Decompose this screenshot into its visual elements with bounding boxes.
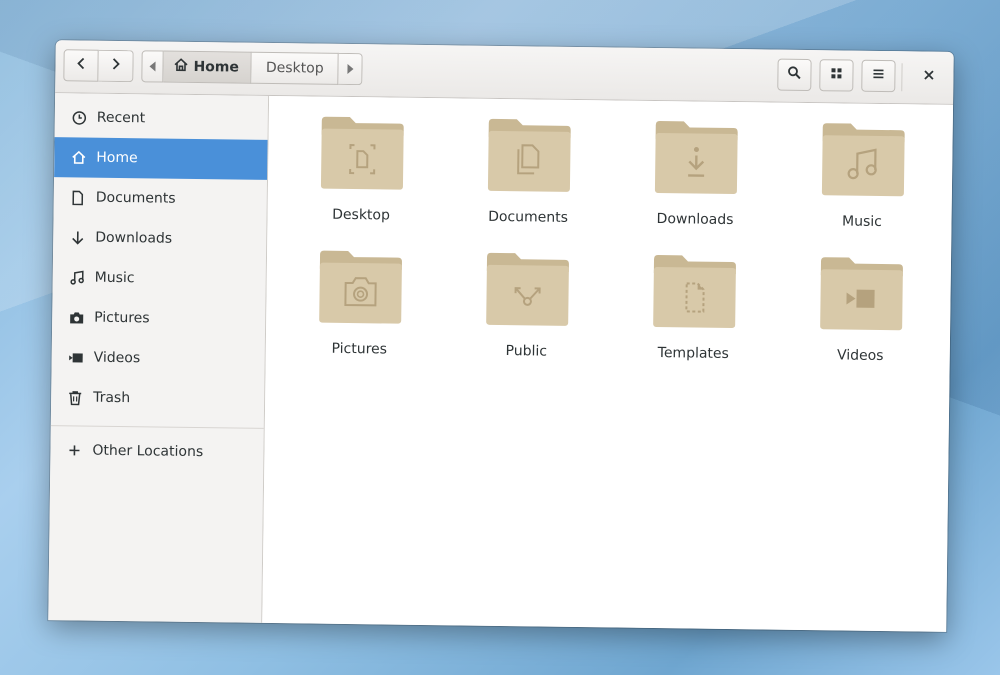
folder-item-downloads[interactable]: Downloads <box>611 114 780 250</box>
path-scroll-right-button[interactable] <box>338 52 363 86</box>
grid-view-icon <box>830 67 842 83</box>
header-separator <box>901 63 903 92</box>
navigation-buttons <box>63 49 134 83</box>
music-icon <box>69 269 85 285</box>
folder-item-public[interactable]: Public <box>442 246 611 382</box>
camera-icon <box>68 309 84 325</box>
sidebar-item-videos[interactable]: Videos <box>51 337 265 380</box>
sidebar-item-label: Documents <box>95 189 176 207</box>
chevron-left-icon <box>149 61 156 72</box>
sidebar-item-label: Videos <box>93 349 141 367</box>
path-scroll-left-button[interactable] <box>141 50 164 83</box>
path-desktop-button[interactable]: Desktop <box>251 51 339 85</box>
menu-button[interactable] <box>861 59 896 93</box>
folder-label: Documents <box>488 208 569 226</box>
path-home-button[interactable]: Home <box>163 50 253 84</box>
videos-folder-icon <box>819 257 903 331</box>
sidebar-item-pictures[interactable]: Pictures <box>52 297 266 340</box>
download-icon <box>69 229 85 245</box>
desktop-folder-icon <box>320 116 404 190</box>
search-button[interactable] <box>777 58 812 92</box>
search-icon <box>787 66 801 84</box>
downloads-folder-icon <box>654 121 738 195</box>
music-folder-icon <box>821 123 905 197</box>
folder-item-music[interactable]: Music <box>778 117 947 253</box>
templates-folder-icon <box>652 255 736 329</box>
documents-folder-icon <box>487 118 571 192</box>
go-back-icon <box>75 56 87 74</box>
folder-label: Pictures <box>331 340 388 358</box>
close-icon <box>923 69 934 85</box>
document-icon <box>70 189 86 205</box>
folder-label: Videos <box>836 347 884 365</box>
places-sidebar: Recent Home Documents Downloads Music Pi… <box>48 93 270 623</box>
pictures-folder-icon <box>318 250 402 324</box>
sidebar-divider <box>50 425 264 429</box>
public-folder-icon <box>485 252 569 326</box>
sidebar-item-label: Trash <box>93 389 131 407</box>
folder-label: Templates <box>657 345 729 362</box>
trash-icon <box>67 389 83 405</box>
sidebar-item-label: Other Locations <box>92 442 204 461</box>
close-button[interactable] <box>911 60 945 92</box>
sidebar-item-home[interactable]: Home <box>54 137 268 180</box>
sidebar-item-trash[interactable]: Trash <box>51 377 265 420</box>
path-current-label: Desktop <box>265 59 324 77</box>
chevron-right-icon <box>347 63 354 75</box>
menu-icon <box>872 68 884 84</box>
path-home-label: Home <box>193 58 240 76</box>
view-mode-button[interactable] <box>819 59 854 92</box>
forward-button[interactable] <box>98 49 134 83</box>
sidebar-item-music[interactable]: Music <box>52 257 266 300</box>
sidebar-item-label: Music <box>94 269 135 287</box>
back-button[interactable] <box>63 49 99 82</box>
video-icon <box>68 349 84 365</box>
sidebar-item-other-locations[interactable]: Other Locations <box>50 430 264 473</box>
sidebar-item-label: Downloads <box>95 229 173 247</box>
folder-grid: Desktop Documents Downloads Music Pictur… <box>275 110 946 387</box>
file-manager-window: Home Desktop Recent Home Documents Downl… <box>48 40 954 632</box>
sidebar-item-label: Pictures <box>94 309 150 327</box>
sidebar-item-label: Home <box>96 149 138 167</box>
sidebar-item-label: Recent <box>96 109 146 127</box>
folder-item-desktop[interactable]: Desktop <box>277 110 446 246</box>
home-icon <box>70 149 86 165</box>
folder-label: Desktop <box>332 206 391 224</box>
sidebar-item-documents[interactable]: Documents <box>54 177 268 220</box>
file-view: Desktop Documents Downloads Music Pictur… <box>262 95 954 632</box>
folder-label: Public <box>505 343 548 360</box>
folder-label: Downloads <box>656 211 734 229</box>
folder-item-templates[interactable]: Templates <box>609 248 778 384</box>
clock-icon <box>71 109 87 125</box>
folder-item-documents[interactable]: Documents <box>444 112 613 248</box>
folder-item-videos[interactable]: Videos <box>776 251 945 387</box>
folder-item-pictures[interactable]: Pictures <box>275 244 444 380</box>
path-bar: Home Desktop <box>141 50 363 86</box>
sidebar-item-downloads[interactable]: Downloads <box>53 217 267 260</box>
folder-label: Music <box>842 213 883 230</box>
go-forward-icon <box>109 57 121 75</box>
sidebar-item-recent[interactable]: Recent <box>55 97 269 140</box>
plus-icon <box>66 442 82 458</box>
home-icon <box>173 58 188 76</box>
